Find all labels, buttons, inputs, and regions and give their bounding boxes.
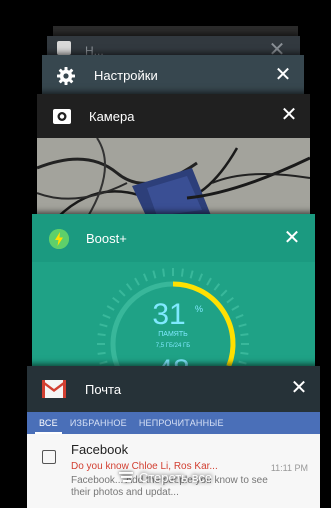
clear-all-icon (118, 472, 133, 482)
gauge-tick (134, 277, 140, 286)
gauge-tick (142, 273, 148, 282)
gauge-tick (106, 305, 115, 311)
gauge-tick (118, 289, 126, 297)
gauge-tick (125, 283, 133, 291)
gauge-tick (240, 351, 249, 355)
mail-sender: Facebook (71, 442, 129, 457)
gauge-tick (162, 268, 166, 277)
camera-preview (37, 138, 310, 218)
tab-favorites[interactable]: ИЗБРАННОЕ (70, 418, 127, 428)
card-title: Настройки (94, 68, 158, 83)
mail-icon (42, 380, 66, 398)
gauge-tick (240, 333, 249, 337)
lightning-icon (49, 229, 69, 249)
gauge-tick (226, 296, 234, 304)
gauge-tick (102, 313, 111, 319)
gauge-tick (99, 323, 108, 328)
gauge-tick (231, 305, 240, 311)
gauge-tick (213, 283, 221, 291)
gauge-tick (99, 360, 108, 365)
tab-all[interactable]: ВСЕ (35, 418, 62, 434)
tab-unread[interactable]: НЕПРОЧИТАННЫЕ (139, 418, 224, 428)
select-checkbox[interactable] (42, 450, 56, 464)
gauge-tick (235, 313, 244, 319)
close-icon[interactable]: ✕ (288, 378, 310, 398)
memory-gauge: 31 % ПАМЯТЬ 7,5 ГБ/24 ГБ 48 (32, 262, 315, 370)
gauge-tick (189, 270, 194, 279)
gauge-tick (206, 277, 212, 286)
gauge-tick (152, 270, 157, 279)
gauge-tick (97, 333, 106, 337)
recent-app-card-settings[interactable]: Настройки ✕ (42, 55, 304, 97)
camera-icon (52, 106, 72, 126)
card-title: Камера (89, 109, 135, 124)
gear-icon (56, 66, 76, 86)
gauge-tick (220, 289, 228, 297)
gauge-tick (198, 273, 204, 282)
mail-tab-bar: ВСЕ ИЗБРАННОЕ НЕПРОЧИТАННЫЕ (27, 412, 320, 434)
gauge-tick (112, 296, 120, 304)
percent-sign: % (195, 304, 203, 314)
clear-all-button[interactable]: Стереть все (0, 466, 331, 488)
close-icon[interactable]: ✕ (272, 65, 294, 85)
memory-percent: 31 (152, 298, 185, 331)
gauge-tick (97, 351, 106, 355)
recent-app-card-boost[interactable]: Boost+ ✕ 31 % ПАМЯТЬ 7,5 ГБ/24 ГБ 48 (32, 214, 315, 370)
gauge-tick (238, 323, 247, 328)
gauge-tick (180, 268, 184, 277)
card-title: Почта (85, 382, 122, 397)
memory-label: ПАМЯТЬ (158, 331, 188, 338)
close-icon[interactable]: ✕ (278, 105, 300, 125)
app-icon (57, 41, 71, 55)
gauge-tick (238, 360, 247, 365)
memory-size: 7,5 ГБ/24 ГБ (156, 343, 190, 349)
clear-all-label: Стереть все (138, 469, 213, 485)
close-icon[interactable]: ✕ (281, 228, 303, 248)
recent-app-card-camera[interactable]: Камера ✕ (37, 94, 310, 218)
card-title: Boost+ (86, 231, 127, 246)
